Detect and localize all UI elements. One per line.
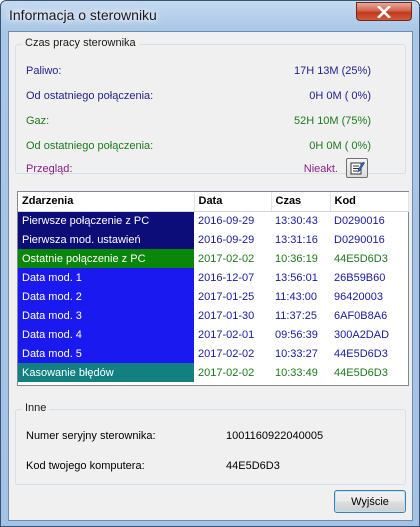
code-cell: 44E5D6D3 [334,252,388,265]
fuel-since-last-label: Od ostatniego połączenia: [26,90,154,102]
table-header-row: Zdarzenia Data Czas Kod [18,192,409,212]
event-cell: Data mod. 5 [18,344,194,363]
table-row[interactable]: Data mod. 4 2017-02-01 09:56:39 300A2DAD [18,325,408,344]
date-cell: 2017-02-01 [198,328,255,341]
fuel-label: Paliwo: [26,65,62,77]
close-button[interactable] [356,2,412,21]
date-cell: 2017-02-02 [198,366,255,379]
table-row[interactable]: Kasowanie błędów 2017-02-02 10:33:49 44E… [18,363,408,382]
date-cell: 2017-02-02 [198,347,255,360]
gas-since-last-value: 0H 0M ( 0%) [309,140,371,152]
code-cell: 26B59B60 [334,271,386,284]
exit-button[interactable]: Wyjście [334,490,406,513]
time-cell: 10:36:19 [275,252,318,265]
table-row[interactable]: Pierwsze połączenie z PC 2016-09-29 13:3… [18,211,408,230]
time-cell: 13:30:43 [275,214,318,227]
computer-code-value: 44E5D6D3 [226,460,280,472]
serial-number-label: Numer seryjny sterownika: [26,430,156,442]
column-header-date[interactable]: Data [194,192,272,212]
code-cell: 6AF0B8A6 [334,309,388,322]
work-time-group: Czas pracy sterownika Paliwo: 17H 13M (2… [15,37,406,178]
event-cell: Pierwsze połączenie z PC [18,211,194,230]
window-title: Informacja o sterowniku [9,7,157,23]
dialog-content: Czas pracy sterownika Paliwo: 17H 13M (2… [8,31,413,521]
code-cell: 300A2DAD [334,328,390,341]
time-cell: 10:33:27 [275,347,318,360]
serial-number-value: 1001160922040005 [226,430,324,442]
time-cell: 13:31:16 [275,233,318,246]
gas-since-last-row: Od ostatniego połączenia: 0H 0M ( 0%) [26,140,371,154]
fuel-value: 17H 13M (25%) [293,65,371,77]
event-cell: Data mod. 3 [18,306,194,325]
date-cell: 2017-01-25 [198,290,255,303]
event-cell: Data mod. 4 [18,325,194,344]
date-cell: 2016-09-29 [198,214,255,227]
title-bar[interactable]: Informacja o sterowniku [1,1,419,31]
date-cell: 2017-02-02 [198,252,255,265]
review-row: Przegląd: Nieakt. [26,163,338,177]
other-group-title: Inne [22,402,50,414]
date-cell: 2017-01-30 [198,309,255,322]
fuel-row: Paliwo: 17H 13M (25%) [26,65,371,79]
event-cell: Pierwsza mod. ustawień [18,230,194,249]
close-icon [377,5,391,18]
date-cell: 2016-09-29 [198,233,255,246]
column-header-time[interactable]: Czas [271,192,331,212]
code-cell: 44E5D6D3 [334,366,388,379]
event-cell: Ostatnie połączenie z PC [18,249,194,268]
event-cell: Kasowanie błędów [18,363,194,382]
gas-row: Gaz: 52H 10M (75%) [26,115,371,129]
work-time-group-title: Czas pracy sterownika [22,37,139,49]
gas-since-last-label: Od ostatniego połączenia: [26,140,154,152]
table-row[interactable]: Data mod. 3 2017-01-30 11:37:25 6AF0B8A6 [18,306,408,325]
review-button[interactable] [346,158,368,178]
fuel-since-last-row: Od ostatniego połączenia: 0H 0M ( 0%) [26,90,371,104]
gas-value: 52H 10M (75%) [293,115,371,127]
column-header-event[interactable]: Zdarzenia [18,192,195,212]
code-cell: D0290016 [334,214,385,227]
other-group: Inne Numer seryjny sterownika: 100116092… [15,402,406,485]
table-row[interactable]: Data mod. 5 2017-02-02 10:33:27 44E5D6D3 [18,344,408,363]
table-row[interactable]: Ostatnie połączenie z PC 2017-02-02 10:3… [18,249,408,268]
time-cell: 11:37:25 [275,309,318,322]
event-cell: Data mod. 1 [18,268,194,287]
time-cell: 09:56:39 [275,328,318,341]
events-table[interactable]: Zdarzenia Data Czas Kod Pierwsze połącze… [17,191,409,386]
code-cell: 44E5D6D3 [334,347,388,360]
table-row[interactable]: Data mod. 2 2017-01-25 11:43:00 96420003 [18,287,408,306]
edit-document-icon [350,161,365,175]
time-cell: 13:56:01 [275,271,318,284]
column-header-code[interactable]: Kod [330,192,409,212]
review-label: Przegląd: [26,163,73,175]
dialog-window: Informacja o sterowniku Czas pracy stero… [0,0,420,527]
code-cell: 96420003 [334,290,383,303]
fuel-since-last-value: 0H 0M ( 0%) [309,90,371,102]
code-cell: D0290016 [334,233,385,246]
table-row[interactable]: Pierwsza mod. ustawień 2016-09-29 13:31:… [18,230,408,249]
time-cell: 11:43:00 [275,290,318,303]
computer-code-label: Kod twojego komputera: [26,460,145,472]
date-cell: 2016-12-07 [198,271,255,284]
gas-label: Gaz: [26,115,50,127]
event-cell: Data mod. 2 [18,287,194,306]
time-cell: 10:33:49 [275,366,318,379]
table-row[interactable]: Data mod. 1 2016-12-07 13:56:01 26B59B60 [18,268,408,287]
review-value: Nieakt. [303,163,338,175]
